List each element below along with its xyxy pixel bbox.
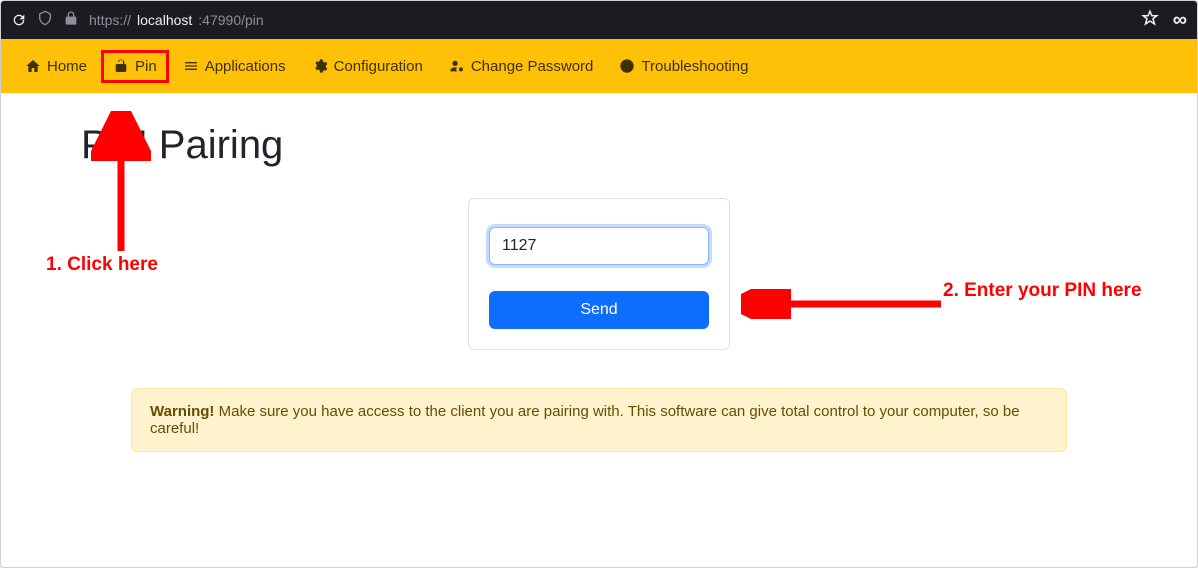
user-gear-icon (449, 58, 465, 74)
nav-change-password[interactable]: Change Password (437, 50, 606, 83)
nav-troubleshooting[interactable]: Troubleshooting (607, 50, 760, 83)
nav-applications[interactable]: Applications (171, 50, 298, 83)
info-icon (619, 58, 635, 74)
shield-icon (37, 10, 53, 31)
page-title: PIN Pairing (81, 123, 1117, 168)
nav-change-password-label: Change Password (471, 58, 594, 75)
nav-home-label: Home (47, 58, 87, 75)
warning-strong: Warning! (150, 403, 214, 420)
page-body: PIN Pairing Send Warning! Make sure you … (1, 93, 1197, 472)
nav-home[interactable]: Home (13, 50, 99, 83)
warning-text: Make sure you have access to the client … (150, 403, 1020, 437)
list-icon (183, 58, 199, 74)
bookmark-star-icon[interactable] (1141, 9, 1159, 32)
url-protocol: https:// (89, 12, 131, 28)
nav-pin[interactable]: Pin (101, 50, 169, 83)
gear-icon (312, 58, 328, 74)
lock-icon (63, 10, 79, 31)
browser-toolbar: https:// localhost :47990/pin ∞ (1, 1, 1197, 39)
nav-configuration-label: Configuration (334, 58, 423, 75)
home-icon (25, 58, 41, 74)
nav-applications-label: Applications (205, 58, 286, 75)
top-nav: Home Pin Applications Configuration Chan… (1, 39, 1197, 93)
warning-alert: Warning! Make sure you have access to th… (131, 388, 1067, 452)
address-bar[interactable]: https:// localhost :47990/pin (89, 12, 264, 28)
unlock-icon (113, 58, 129, 74)
send-button[interactable]: Send (489, 291, 709, 329)
reload-icon[interactable] (11, 12, 27, 28)
url-host: localhost (137, 12, 192, 28)
nav-pin-label: Pin (135, 58, 157, 75)
nav-configuration[interactable]: Configuration (300, 50, 435, 83)
pin-card: Send (468, 198, 730, 350)
pin-input[interactable] (489, 227, 709, 265)
nav-troubleshooting-label: Troubleshooting (641, 58, 748, 75)
url-rest: :47990/pin (198, 12, 263, 28)
infinity-icon[interactable]: ∞ (1173, 9, 1187, 32)
